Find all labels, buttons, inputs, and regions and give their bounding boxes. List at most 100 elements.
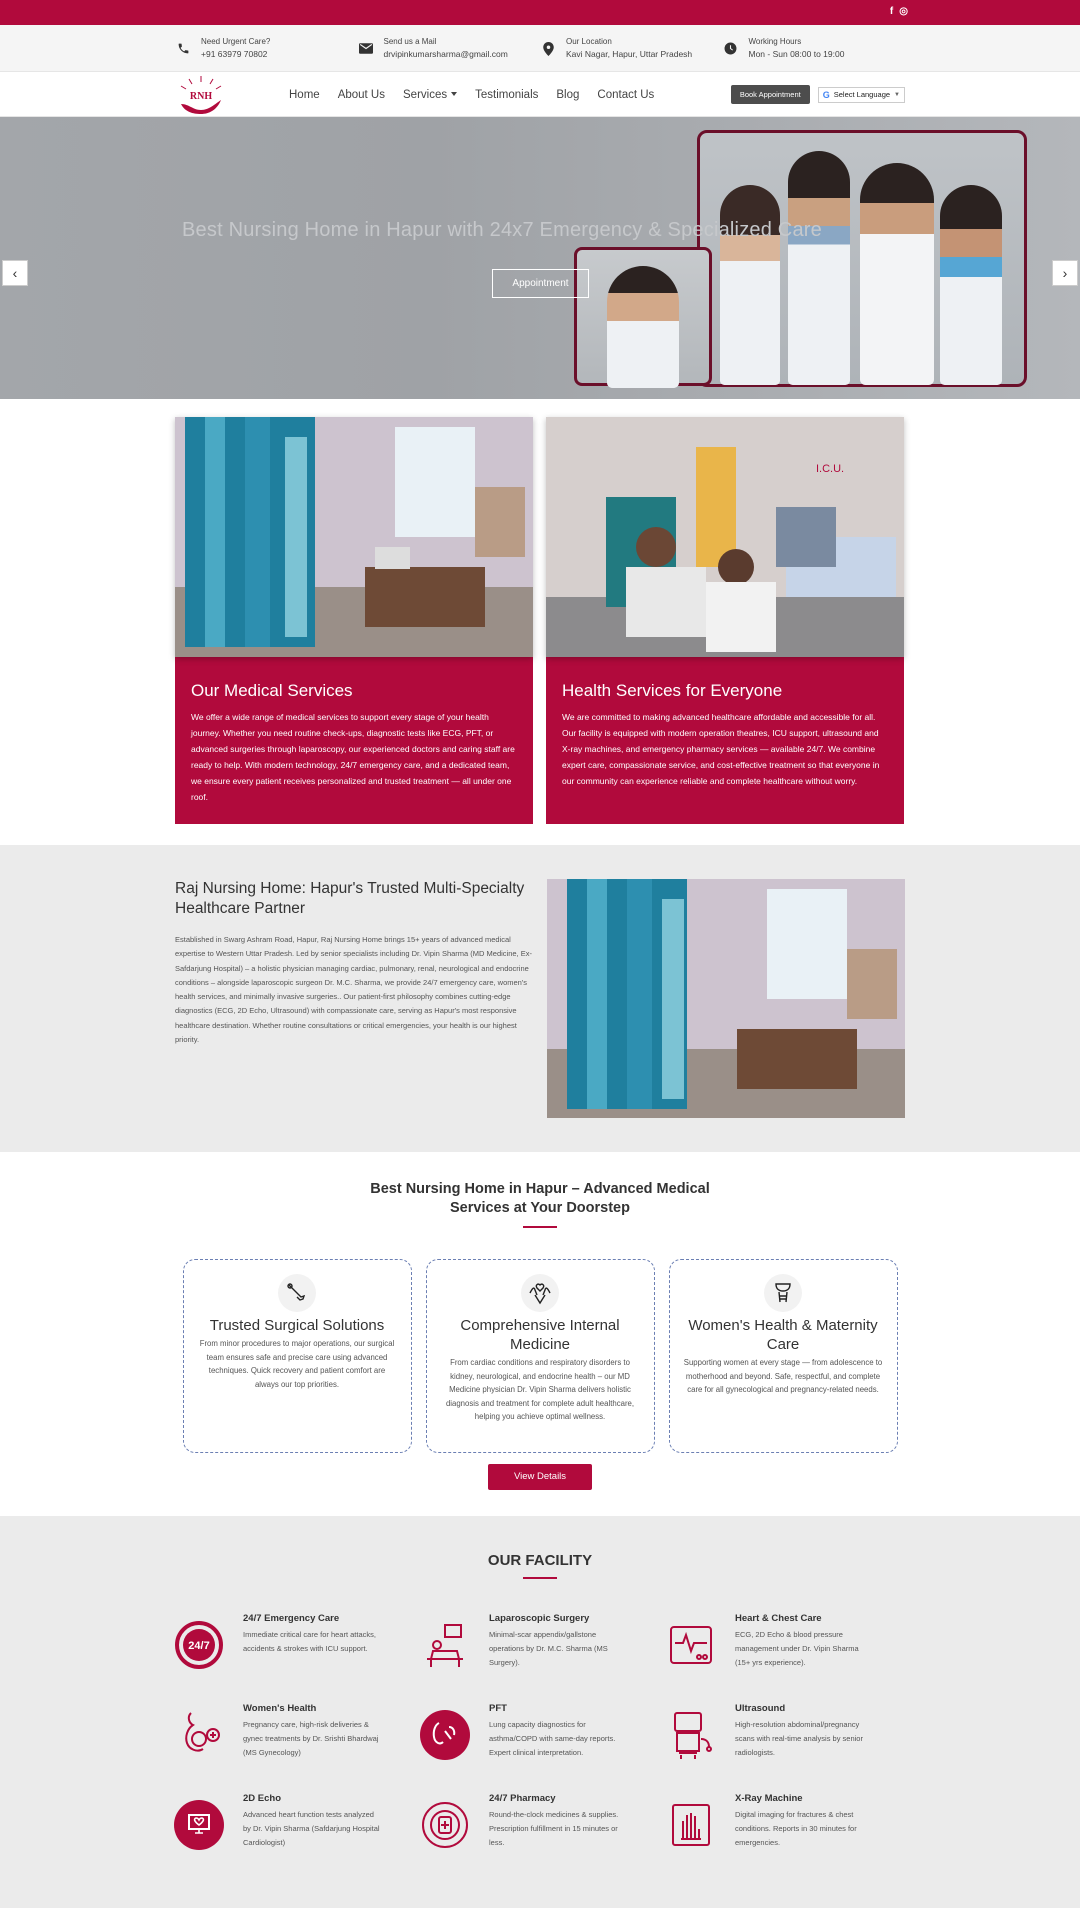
medical-services-card: Our Medical Services We offer a wide ran…	[175, 417, 533, 824]
facility-grid: 24/7 24/7 Emergency Care Immediate critic…	[0, 1613, 1080, 1869]
nav-home[interactable]: Home	[289, 89, 320, 101]
facility-item[interactable]: Laparoscopic Surgery Minimal-scar appendi…	[417, 1613, 663, 1689]
nav-services[interactable]: Services	[403, 89, 458, 101]
instagram-icon[interactable]: ◎	[899, 6, 908, 17]
info-title: Our Location	[566, 37, 612, 46]
service-card-womens-health[interactable]: Women's Health & Maternity Care Supporti…	[668, 1259, 898, 1453]
info-title: Send us a Mail	[383, 37, 437, 46]
language-select-label: Select Language	[833, 90, 891, 99]
service-title: Comprehensive Internal Medicine	[460, 1317, 620, 1353]
chevron-down-icon	[451, 92, 458, 97]
card-title: Our Medical Services	[191, 681, 353, 700]
facility-item-text: Minimal-scar appendix/gallstone operatio…	[489, 1630, 608, 1667]
pharmacy-icon	[417, 1797, 473, 1853]
hero-doctor-small-image	[574, 247, 712, 388]
slider-next-button[interactable]: ›	[1052, 260, 1078, 286]
facebook-icon[interactable]: f	[890, 6, 893, 17]
nav-menu: Home About Us Services Testimonials Blog…	[289, 89, 654, 101]
health-services-card: I.C.U. Health Services for Everyone We a…	[546, 417, 904, 824]
facility-item-text: Advanced heart function tests analyzed b…	[243, 1810, 380, 1847]
nav-contact[interactable]: Contact Us	[597, 89, 654, 101]
hero-slider: Best Nursing Home in Hapur with 24x7 Eme…	[0, 117, 1080, 399]
facility-item-title: PFT	[489, 1703, 507, 1714]
tooth-icon	[764, 1274, 802, 1312]
info-mail[interactable]: Send us a Mail drvipinkumarsharma@gmail.c…	[358, 36, 541, 61]
pregnancy-icon	[171, 1707, 227, 1763]
facility-section: OUR FACILITY 24/7 24/7 Emergency Care Imm…	[0, 1516, 1080, 1908]
about-text-block: Raj Nursing Home: Hapur's Trusted Multi-…	[175, 879, 533, 1118]
services-row: Trusted Surgical Solutions From minor pr…	[0, 1259, 1080, 1453]
info-value: +91 63979 70802	[201, 49, 268, 59]
facility-item[interactable]: Ultrasound High-resolution abdominal/preg…	[663, 1703, 909, 1779]
service-title: Trusted Surgical Solutions	[209, 1317, 385, 1334]
card-text: We offer a wide range of medical service…	[191, 712, 515, 802]
hero-appointment-button[interactable]: Appointment	[492, 269, 589, 298]
facility-item-title: Heart & Chest Care	[735, 1613, 822, 1624]
service-cards-section: Our Medical Services We offer a wide ran…	[0, 399, 1080, 845]
card-body: Health Services for Everyone We are comm…	[546, 657, 904, 824]
language-select[interactable]: G Select Language ▼	[817, 86, 905, 103]
card-title: Health Services for Everyone	[562, 681, 783, 700]
service-text: From cardiac conditions and respiratory …	[445, 1358, 635, 1421]
dropdown-arrow-icon: ▼	[894, 91, 900, 98]
facility-item[interactable]: Heart & Chest Care ECG, 2D Echo & blood p…	[663, 1613, 909, 1689]
about-section: Raj Nursing Home: Hapur's Trusted Multi-…	[0, 845, 1080, 1152]
social-links: f ◎	[890, 6, 908, 17]
phone-icon	[175, 41, 191, 57]
facility-item-text: Digital imaging for fractures & chest co…	[735, 1810, 857, 1847]
facility-item[interactable]: PFT Lung capacity diagnostics for asthma/…	[417, 1703, 663, 1779]
svg-text:I.C.U.: I.C.U.	[816, 463, 844, 475]
facility-item[interactable]: 2D Echo Advanced heart function tests ana…	[171, 1793, 417, 1869]
info-hours[interactable]: Working Hours Mon - Sun 08:00 to 19:00	[723, 36, 906, 61]
facility-item[interactable]: X-Ray Machine Digital imaging for fractur…	[663, 1793, 909, 1869]
xray-icon	[663, 1797, 719, 1853]
hands-care-icon	[521, 1274, 559, 1312]
icu-ward-photo: I.C.U.	[546, 417, 904, 657]
title-underline	[523, 1226, 557, 1228]
nav-about[interactable]: About Us	[338, 89, 385, 101]
main-nav: RNH Home About Us Services Testimonials …	[0, 72, 1080, 117]
service-card-internal-medicine[interactable]: Comprehensive Internal Medicine From car…	[425, 1259, 655, 1453]
card-text: We are committed to making advanced heal…	[562, 712, 880, 786]
site-logo[interactable]: RNH	[175, 74, 227, 116]
lungs-icon	[417, 1707, 473, 1763]
info-urgent-care[interactable]: Need Urgent Care? +91 63979 70802	[175, 36, 358, 61]
facility-item-title: 24/7 Emergency Care	[243, 1613, 340, 1624]
location-icon	[540, 41, 556, 57]
info-value: Kavi Nagar, Hapur, Uttar Pradesh	[566, 49, 693, 59]
advanced-services-section: Best Nursing Home in Hapur – Advanced Me…	[0, 1152, 1080, 1516]
clock-icon	[723, 41, 739, 57]
book-appointment-button[interactable]: Book Appointment	[730, 85, 810, 104]
mail-icon	[358, 41, 374, 57]
about-clinic-photo	[547, 879, 905, 1118]
service-text: From minor procedures to major operation…	[199, 1339, 395, 1389]
facility-item-text: Lung capacity diagnostics for asthma/COP…	[489, 1720, 616, 1757]
nav-blog[interactable]: Blog	[556, 89, 579, 101]
info-location[interactable]: Our Location Kavi Nagar, Hapur, Uttar Pra…	[540, 36, 723, 61]
facility-item-title: Ultrasound	[735, 1703, 786, 1714]
hero-title: Best Nursing Home in Hapur with 24x7 Eme…	[182, 219, 822, 241]
facility-item-text: ECG, 2D Echo & blood pressure management…	[735, 1630, 859, 1667]
facility-item-text: Round-the-clock medicines & supplies. Pr…	[489, 1810, 619, 1847]
contact-info-bar: Need Urgent Care? +91 63979 70802 Send us…	[0, 25, 1080, 72]
heart-monitor-icon	[171, 1797, 227, 1853]
view-details-button[interactable]: View Details	[488, 1464, 592, 1490]
svg-text:24/7: 24/7	[188, 1640, 209, 1652]
service-card-surgical[interactable]: Trusted Surgical Solutions From minor pr…	[182, 1259, 412, 1453]
facility-item-text: Pregnancy care, high-risk deliveries & g…	[243, 1720, 379, 1757]
slider-prev-button[interactable]: ‹	[2, 260, 28, 286]
facility-item[interactable]: Women's Health Pregnancy care, high-risk …	[171, 1703, 417, 1779]
emergency-247-icon: 24/7	[171, 1617, 227, 1673]
title-underline	[523, 1577, 557, 1579]
facility-title: OUR FACILITY	[487, 1552, 593, 1569]
info-title: Working Hours	[748, 37, 802, 46]
nav-testimonials[interactable]: Testimonials	[475, 89, 538, 101]
google-icon: G	[822, 89, 830, 100]
service-title: Women's Health & Maternity Care	[688, 1317, 878, 1353]
facility-item[interactable]: 24/7 Pharmacy Round-the-clock medicines &…	[417, 1793, 663, 1869]
info-value: Mon - Sun 08:00 to 19:00	[748, 49, 845, 59]
facility-item[interactable]: 24/7 24/7 Emergency Care Immediate critic…	[171, 1613, 417, 1689]
about-text: Established in Swarg Ashram Road, Hapur,…	[175, 935, 532, 1045]
facility-item-title: Laparoscopic Surgery	[489, 1613, 590, 1624]
surgery-icon	[417, 1617, 473, 1673]
